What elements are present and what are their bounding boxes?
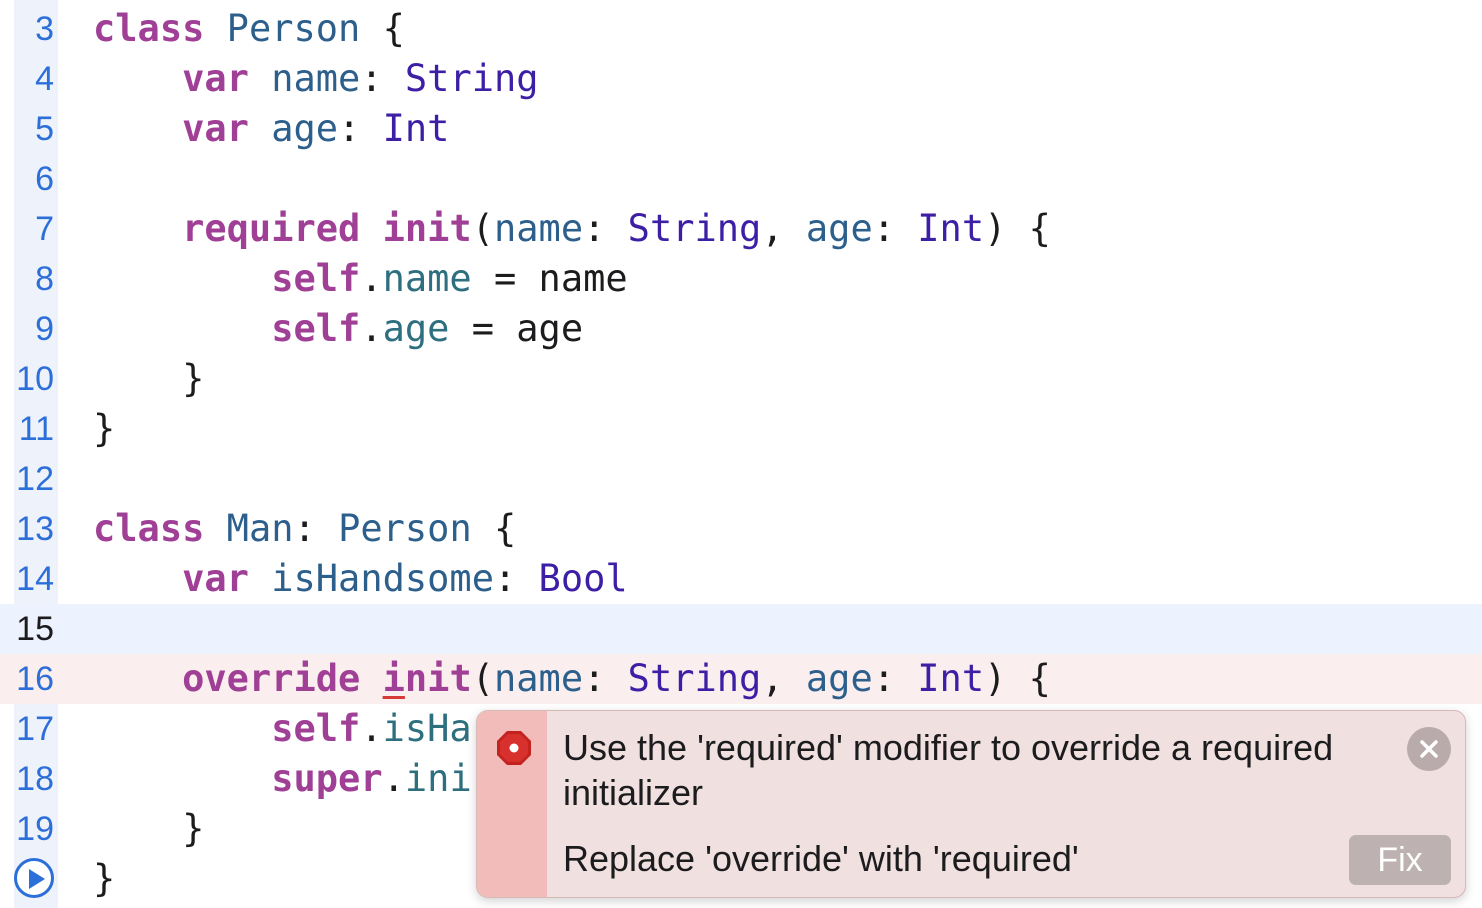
code-text[interactable]: self.age = age [93, 304, 583, 354]
code-text[interactable]: } [93, 804, 204, 854]
line-number: 4 [35, 60, 54, 98]
code-line-current[interactable]: 15 [0, 604, 1482, 654]
line-number: 9 [35, 310, 54, 348]
line-number: 12 [16, 460, 54, 498]
line-number: 3 [35, 10, 54, 48]
code-text[interactable]: override init(name: String, age: Int) { [93, 654, 1051, 704]
code-line[interactable]: 8 self.name = name [0, 254, 1482, 304]
error-popover: Use the 'required' modifier to override … [476, 710, 1466, 898]
line-number: 17 [16, 710, 54, 748]
code-text[interactable]: self.isHa [93, 704, 472, 754]
line-number: 8 [35, 260, 54, 298]
line-number: 16 [16, 660, 54, 698]
code-line[interactable]: 9 self.age = age [0, 304, 1482, 354]
code-text[interactable]: required init(name: String, age: Int) { [93, 204, 1051, 254]
line-number: 5 [35, 110, 54, 148]
code-line[interactable]: 13 class Man: Person { [0, 504, 1482, 554]
line-number: 11 [18, 410, 54, 448]
line-number: 10 [16, 360, 54, 398]
code-text[interactable]: class Person { [93, 4, 405, 54]
code-line[interactable]: 14 var isHandsome: Bool [0, 554, 1482, 604]
error-strip [477, 711, 547, 897]
close-button[interactable] [1407, 727, 1451, 771]
line-number: 14 [16, 560, 54, 598]
error-marker: i [382, 657, 405, 700]
close-icon [1420, 740, 1438, 758]
code-line[interactable]: 11 } [0, 404, 1482, 454]
code-line[interactable]: 6 [0, 154, 1482, 204]
code-line[interactable]: 5 var age: Int [0, 104, 1482, 154]
code-line-error[interactable]: 16 override init(name: String, age: Int)… [0, 654, 1482, 704]
play-icon [29, 869, 45, 889]
error-stop-icon [497, 731, 531, 765]
line-number: 13 [16, 510, 54, 548]
error-message: Use the 'required' modifier to override … [563, 727, 1334, 813]
code-line[interactable]: 3 class Person { [0, 4, 1482, 54]
line-number: 7 [35, 210, 54, 248]
code-text[interactable]: super.ini [93, 754, 472, 804]
code-text[interactable]: var isHandsome: Bool [93, 554, 628, 604]
code-text[interactable]: } [93, 354, 204, 404]
code-line[interactable]: 12 [0, 454, 1482, 504]
line-number: 18 [16, 760, 54, 798]
code-text[interactable]: self.name = name [93, 254, 627, 304]
run-play-button[interactable] [14, 858, 54, 898]
line-number: 15 [16, 610, 54, 648]
line-number: 19 [16, 810, 54, 848]
code-text[interactable]: var name: String [93, 54, 538, 104]
fix-button[interactable]: Fix [1349, 835, 1451, 885]
code-text[interactable]: var age: Int [93, 104, 449, 154]
line-number: 6 [35, 160, 54, 198]
fix-it-description: Replace 'override' with 'required' [563, 838, 1079, 879]
code-text[interactable]: class Man: Person { [93, 504, 516, 554]
code-line[interactable]: 10 } [0, 354, 1482, 404]
code-line[interactable]: 4 var name: String [0, 54, 1482, 104]
code-text[interactable]: } [93, 404, 115, 454]
code-text[interactable]: } [93, 854, 115, 904]
code-line[interactable]: 7 required init(name: String, age: Int) … [0, 204, 1482, 254]
